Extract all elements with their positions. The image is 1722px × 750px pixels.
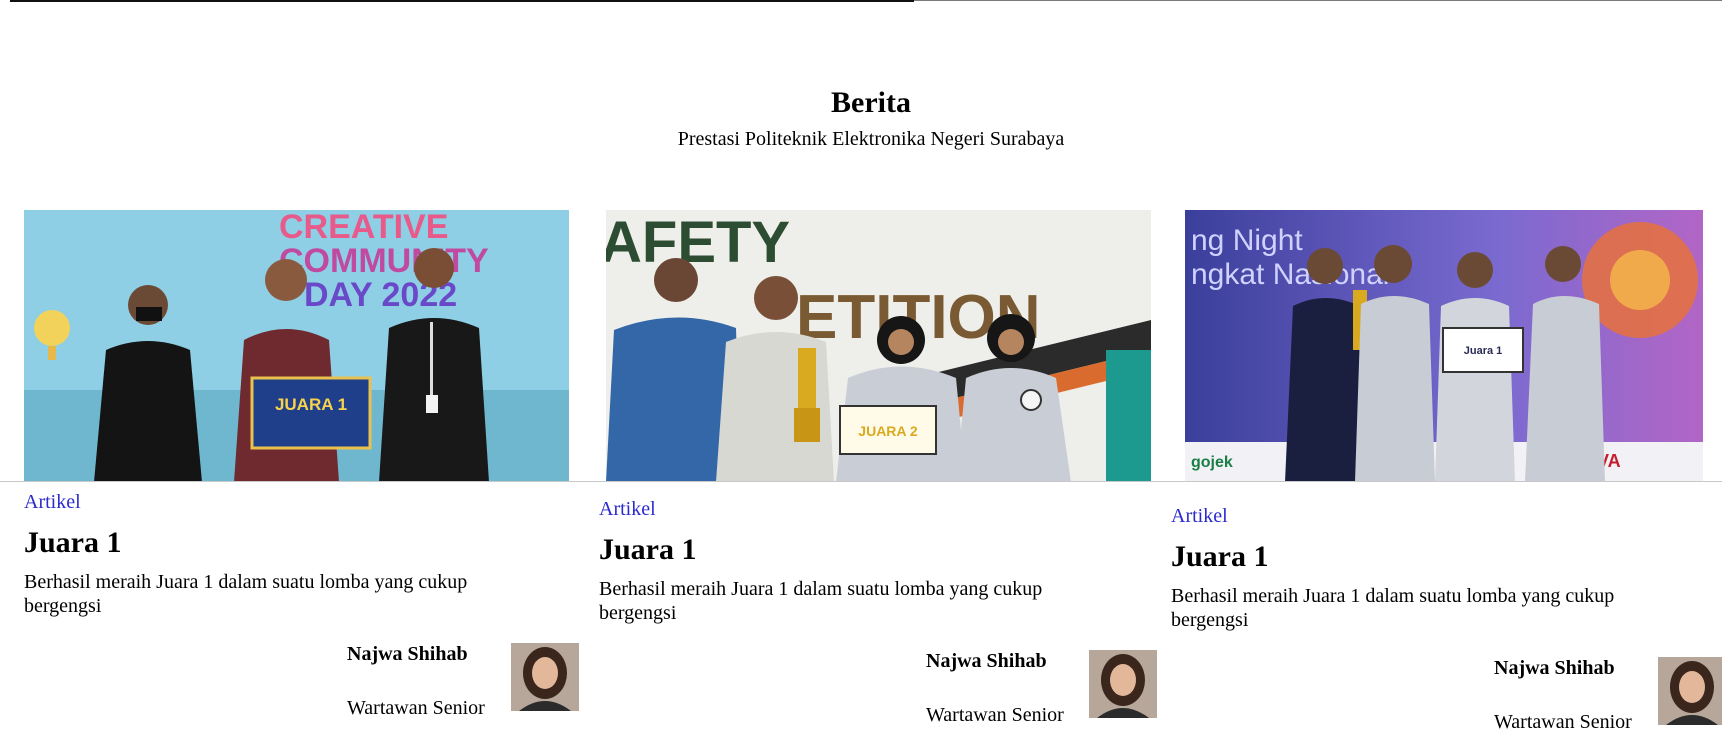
author-photo <box>1658 657 1722 725</box>
article-category-link[interactable]: Artikel <box>24 490 81 514</box>
svg-text:ng Night: ng Night <box>1191 224 1303 257</box>
section-subtitle: Prestasi Politeknik Elektronika Negeri S… <box>677 128 1065 150</box>
news-card-image[interactable]: CREATIVE COMMUNITY DAY 2022 JUARA 1 <box>24 210 569 482</box>
author-name: Najwa Shihab <box>347 643 468 665</box>
news-card-image[interactable]: AFETY ETITION JUARA 2 <box>606 210 1151 482</box>
article-category-link[interactable]: Artikel <box>599 497 656 521</box>
author-name: Najwa Shihab <box>926 650 1047 672</box>
svg-text:Juara 1: Juara 1 <box>1464 345 1503 357</box>
author-avatar <box>1089 650 1157 718</box>
award-photo-creative-community: CREATIVE COMMUNITY DAY 2022 JUARA 1 <box>24 210 569 482</box>
section-header: Berita Prestasi Politeknik Elektronika N… <box>0 84 1722 152</box>
article-description: Berhasil meraih Juara 1 dalam suatu lomb… <box>24 571 468 617</box>
article-description: Berhasil meraih Juara 1 dalam suatu lomb… <box>599 578 1043 624</box>
svg-text:CREATIVE: CREATIVE <box>279 210 448 246</box>
author-photo <box>511 643 579 711</box>
author-role: Wartawan Senior <box>347 697 485 719</box>
svg-text:COMMUNITY: COMMUNITY <box>279 242 489 280</box>
author-avatar <box>511 643 579 711</box>
section-divider <box>0 481 1722 482</box>
article-category-link[interactable]: Artikel <box>1171 504 1228 528</box>
svg-text:ngkat Nasional: ngkat Nasional <box>1191 258 1389 291</box>
article-title[interactable]: Juara 1 <box>599 533 697 567</box>
top-border-line <box>914 0 1722 1</box>
author-role: Wartawan Senior <box>1494 711 1632 733</box>
author-name: Najwa Shihab <box>1494 657 1615 679</box>
news-card-image[interactable]: ng Night ngkat Nasional gojek SIVA Juara… <box>1185 210 1703 482</box>
svg-text:JUARA 2: JUARA 2 <box>858 423 918 439</box>
award-photo-national-night: ng Night ngkat Nasional gojek SIVA Juara… <box>1185 210 1703 482</box>
article-title[interactable]: Juara 1 <box>24 526 122 560</box>
section-title: Berita <box>831 86 911 119</box>
top-progress-bar <box>10 0 914 2</box>
svg-text:gojek: gojek <box>1191 454 1233 471</box>
author-role: Wartawan Senior <box>926 704 1064 726</box>
svg-text:AFETY: AFETY <box>606 210 790 275</box>
svg-text:JUARA 1: JUARA 1 <box>275 395 347 414</box>
article-description: Berhasil meraih Juara 1 dalam suatu lomb… <box>1171 585 1615 631</box>
author-avatar <box>1658 657 1722 725</box>
author-photo <box>1089 650 1157 718</box>
award-photo-safety-competition: AFETY ETITION JUARA 2 <box>606 210 1151 482</box>
article-title[interactable]: Juara 1 <box>1171 540 1269 574</box>
